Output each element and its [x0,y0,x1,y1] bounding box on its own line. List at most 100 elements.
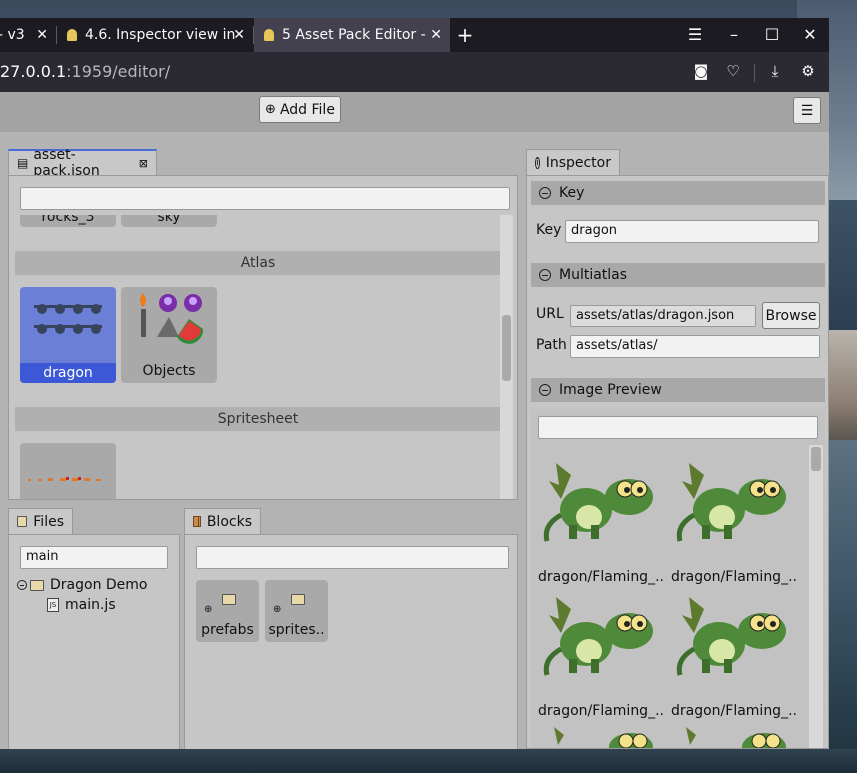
block-item-prefabs[interactable]: ⊕ prefabs [196,580,259,642]
pocket-heart-icon[interactable]: ♡ [723,62,743,80]
layout-menu-button[interactable]: ☰ [793,97,821,124]
folder-icon [30,579,44,591]
frame-caption: dragon/Flaming_.. [671,703,797,719]
json-file-icon: ▤ [17,156,29,170]
folder-icon [17,516,28,527]
section-title: Multiatlas [559,267,628,283]
add-file-button[interactable]: ⊕ Add File [259,96,341,123]
collapse-icon[interactable] [17,580,27,590]
asset-filter-input[interactable] [20,187,510,210]
tree-item-label: Dragon Demo [50,577,148,593]
add-file-label: Add File [279,101,335,118]
asset-item-label: Objects [142,363,196,379]
browser-tab[interactable]: 4.6. Inspector view in ✕ [57,18,253,52]
files-filter-input[interactable]: main [20,546,168,569]
preview-frame[interactable]: dragon/Flaming_.. [669,589,799,719]
tree-item-folder[interactable]: Dragon Demo [17,575,148,595]
blocks-panel: ⊕ prefabs ⊕ sprites.. [184,534,518,749]
category-label: Atlas [240,255,276,271]
close-tab-icon[interactable]: ✕ [36,27,48,43]
tree-item-file[interactable]: JS main.js [47,595,116,615]
key-input[interactable]: dragon [565,220,819,243]
address-bar[interactable]: 27.0.0.1:1959/editor/ ◙ ♡ ⤓ ⚙ [0,52,829,92]
list-all-tabs-icon[interactable]: ☰ [683,24,707,46]
menu-settings-icon[interactable]: ⚙ [798,62,818,80]
download-icon[interactable]: ⤓ [765,62,785,80]
folder-icon [291,594,305,605]
frame-caption: dragon/Flaming_.. [671,569,797,585]
tab-files[interactable]: Files [8,508,73,534]
tab-title: - v3 [0,27,25,43]
minimize-icon[interactable]: – [722,24,746,46]
asset-item-spritesheet[interactable] [20,443,116,499]
preview-scrollbar[interactable] [809,445,823,748]
dino-favicon-icon [65,28,79,42]
frame-caption: dragon/Flaming_.. [538,703,664,719]
browser-tab[interactable]: - v3 ✕ [0,18,56,52]
collapse-icon[interactable] [539,269,551,281]
dragon-atlas-thumbnail [34,304,102,334]
url-input[interactable]: assets/atlas/dragon.json [570,305,756,327]
section-title: Image Preview [559,382,662,398]
close-tab-icon[interactable]: ✕ [430,27,442,43]
blocks-tab-label: Blocks [206,513,252,530]
maximize-icon[interactable]: ☐ [760,24,784,46]
block-item-label: prefabs [201,622,254,638]
objects-atlas-thumbnail [140,293,204,344]
tab-inspector[interactable]: i Inspector [526,149,620,175]
browse-button[interactable]: Browse [762,302,820,329]
folder-icon [222,594,236,605]
dragon-sprite-image [543,597,653,676]
asset-pack-panel: rocks_3 sky Atlas dragon Objects Sprites… [8,175,518,500]
collapse-icon[interactable] [539,384,551,396]
new-tab-button[interactable]: + [453,24,477,46]
files-tab-label: Files [33,513,64,530]
add-file-icon: ⊕ [265,102,276,117]
section-key[interactable]: Key [531,181,825,205]
tab-asset-pack[interactable]: ▤ asset-pack.json ⊠ [8,147,157,179]
tree-item-label: main.js [65,597,116,613]
path-input[interactable]: assets/atlas/ [570,335,820,358]
asset-item-dragon[interactable]: dragon [20,287,116,383]
url-host: 27.0.0.1 [0,62,67,81]
close-tab-icon[interactable]: ⊠ [139,157,148,170]
asset-list-scrollbar[interactable] [500,215,513,499]
screenshot-icon[interactable]: ◙ [691,62,711,80]
collapse-icon[interactable] [539,187,551,199]
inspector-tab-label: Inspector [545,154,611,171]
close-window-icon[interactable]: ✕ [798,24,822,46]
info-icon: i [535,156,540,169]
preview-frame-partial [536,725,811,748]
expand-icon[interactable]: ⊕ [273,604,281,615]
category-header-spritesheet: Spritesheet [15,407,501,431]
frame-caption: dragon/Flaming_.. [538,569,664,585]
editor-toolbar: ⊕ Add File ☰ [0,92,829,132]
dragon-sprite-image [543,463,653,542]
section-multiatlas[interactable]: Multiatlas [531,263,825,287]
expand-icon[interactable]: ⊕ [204,604,212,615]
preview-frame[interactable]: dragon/Flaming_.. [536,455,666,585]
category-header-atlas: Atlas [15,251,501,275]
preview-frame[interactable]: dragon/Flaming_.. [669,455,799,585]
path-label: Path [536,337,567,353]
dino-favicon-icon [262,28,276,42]
browser-tab-active[interactable]: 5 Asset Pack Editor - ✕ [254,18,450,52]
blocks-icon [193,516,201,527]
tab-blocks[interactable]: Blocks [184,508,261,534]
url-text[interactable]: 27.0.0.1:1959/editor/ [0,62,170,81]
close-tab-icon[interactable]: ✕ [233,27,245,43]
section-image-preview[interactable]: Image Preview [531,378,825,402]
asset-item-label: dragon [20,363,116,383]
block-item-sprites[interactable]: ⊕ sprites.. [265,580,328,642]
spritesheet-thumbnail [28,477,101,481]
asset-item-objects[interactable]: Objects [121,287,217,383]
js-file-icon: JS [47,598,59,612]
dragon-sprite-image [676,597,786,676]
url-label: URL [536,306,564,322]
preview-filter-input[interactable] [538,416,818,439]
section-title: Key [559,185,585,201]
inspector-panel: Key Key dragon Multiatlas URL assets/atl… [526,175,829,749]
blocks-filter-input[interactable] [196,546,509,569]
preview-frame[interactable]: dragon/Flaming_.. [536,589,666,719]
block-item-label: sprites.. [268,622,325,638]
